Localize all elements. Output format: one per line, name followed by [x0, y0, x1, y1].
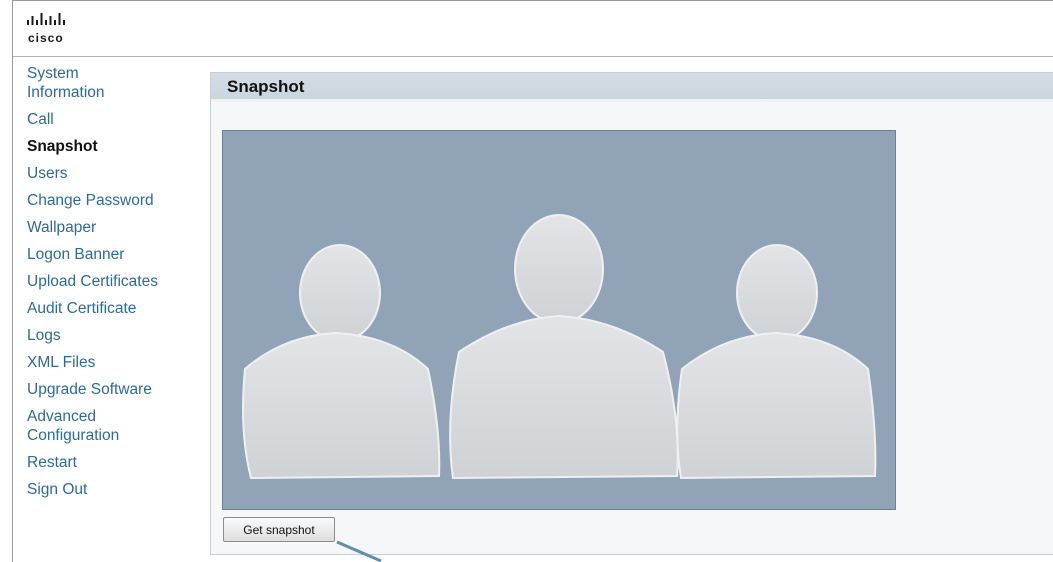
sidebar-item-users[interactable]: Users: [27, 164, 207, 183]
page-title: Snapshot: [211, 73, 1053, 102]
sidebar-item-call[interactable]: Call: [27, 110, 207, 129]
sidebar-item-upload-certificates[interactable]: Upload Certificates: [27, 272, 207, 291]
sidebar-item-audit-certificate[interactable]: Audit Certificate: [27, 299, 207, 318]
sidebar-item-logon-banner[interactable]: Logon Banner: [27, 245, 207, 264]
sidebar-item-system-information[interactable]: System Information: [27, 64, 137, 102]
logo-text: cisco: [28, 31, 64, 45]
sidebar-item-logs[interactable]: Logs: [27, 326, 207, 345]
sidebar-item-restart[interactable]: Restart: [27, 453, 207, 472]
snapshot-image: [222, 130, 896, 510]
get-snapshot-button[interactable]: Get snapshot: [223, 517, 335, 542]
sidebar-item-xml-files[interactable]: XML Files: [27, 353, 207, 372]
sidebar-item-wallpaper[interactable]: Wallpaper: [27, 218, 207, 237]
app-frame: cisco System Information Call Snapshot U…: [12, 0, 1053, 562]
header: cisco: [13, 1, 1053, 57]
sidebar-item-upgrade-software[interactable]: Upgrade Software: [27, 380, 207, 399]
sidebar-nav: System Information Call Snapshot Users C…: [27, 64, 207, 507]
snapshot-panel: Snapshot Get snapshot: [210, 72, 1053, 555]
cisco-logo: cisco: [27, 12, 87, 52]
callout-pointer-icon: [336, 540, 382, 562]
sidebar-item-snapshot[interactable]: Snapshot: [27, 137, 207, 156]
sidebar-item-sign-out[interactable]: Sign Out: [27, 480, 207, 499]
sidebar-item-advanced-configuration[interactable]: Advanced Configuration: [27, 407, 137, 445]
sidebar-item-change-password[interactable]: Change Password: [27, 191, 207, 210]
cisco-bridge-icon: [27, 13, 65, 25]
three-people-silhouette-icon: [242, 214, 877, 480]
